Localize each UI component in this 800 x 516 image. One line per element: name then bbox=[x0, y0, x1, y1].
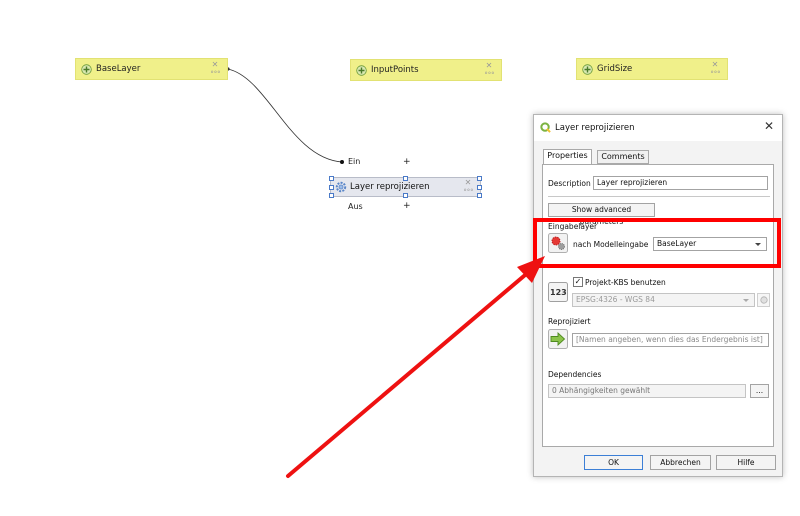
model-input-plus-icon bbox=[81, 64, 92, 75]
tab-comments[interactable]: Comments bbox=[597, 150, 649, 164]
selection-handle[interactable] bbox=[329, 193, 334, 198]
check-icon: ✓ bbox=[574, 277, 582, 286]
node-menu-icon[interactable]: ∘∘∘ bbox=[462, 187, 474, 194]
show-advanced-parameters-button[interactable]: Show advanced parameters bbox=[548, 203, 655, 226]
ok-button[interactable]: OK bbox=[584, 455, 643, 470]
node-tools: ✕ ∘∘∘ bbox=[462, 179, 474, 195]
output-placeholder: [Namen angeben, wenn dies das Endergebni… bbox=[576, 335, 763, 344]
layer-reproject-dialog: Layer reprojizieren ✕ Properties Comment… bbox=[533, 114, 783, 477]
selection-handle[interactable] bbox=[403, 193, 408, 198]
dialog-titlebar[interactable]: Layer reprojizieren ✕ bbox=[534, 115, 782, 141]
crs-value: EPSG:4326 - WGS 84 bbox=[576, 295, 655, 304]
chevron-down-icon bbox=[755, 243, 761, 246]
algorithm-node-reproject[interactable]: Layer reprojizieren ✕ ∘∘∘ bbox=[329, 176, 482, 198]
node-tools: ✕ ∘∘∘ bbox=[209, 61, 221, 77]
model-input-plus-icon bbox=[356, 65, 367, 76]
dialog-title: Layer reprojizieren bbox=[555, 123, 635, 133]
selection-handle[interactable] bbox=[329, 185, 334, 190]
input-port-add-icon[interactable]: + bbox=[403, 157, 411, 167]
output-port-label: Aus bbox=[348, 202, 363, 211]
chevron-down-icon bbox=[743, 299, 749, 302]
selection-handle[interactable] bbox=[477, 176, 482, 181]
input-layer-value: BaseLayer bbox=[657, 239, 697, 248]
crs-select-button bbox=[757, 293, 770, 307]
node-tools: ✕ ∘∘∘ bbox=[709, 61, 721, 77]
selection-handle[interactable] bbox=[403, 176, 408, 181]
crs-combobox: EPSG:4326 - WGS 84 bbox=[572, 293, 755, 307]
dependencies-label: Dependencies bbox=[548, 370, 602, 379]
project-crs-checkbox[interactable]: ✓ bbox=[573, 277, 583, 287]
help-button[interactable]: Hilfe bbox=[716, 455, 776, 470]
algorithm-gear-icon bbox=[335, 181, 347, 193]
input-port-label: Ein bbox=[348, 157, 361, 166]
node-label: Layer reprojizieren bbox=[350, 182, 430, 192]
globe-icon bbox=[759, 296, 768, 304]
output-port-add-icon[interactable]: + bbox=[403, 201, 411, 211]
selection-handle[interactable] bbox=[477, 193, 482, 198]
node-menu-icon[interactable]: ∘∘∘ bbox=[483, 70, 495, 77]
tab-properties[interactable]: Properties bbox=[543, 149, 592, 165]
grid-size-node[interactable]: GridSize ✕ ∘∘∘ bbox=[576, 58, 728, 80]
input-layer-combobox[interactable]: BaseLayer bbox=[653, 237, 767, 251]
selection-handle[interactable] bbox=[477, 185, 482, 190]
separator bbox=[548, 196, 770, 197]
connection-end-dot bbox=[340, 160, 344, 164]
node-label: InputPoints bbox=[371, 65, 419, 75]
output-label: Reprojiziert bbox=[548, 317, 591, 326]
properties-panel: Description Layer reprojizieren Show adv… bbox=[542, 164, 774, 447]
annotation-arrow-shaft bbox=[286, 268, 533, 478]
input-source-label: nach Modelleingabe bbox=[573, 240, 649, 249]
node-menu-icon[interactable]: ∘∘∘ bbox=[709, 69, 721, 76]
dependencies-field: 0 Abhängigkeiten gewählt bbox=[548, 384, 746, 398]
model-input-source-icon[interactable] bbox=[548, 233, 568, 253]
model-input-plus-icon bbox=[582, 64, 593, 75]
qgis-logo-icon bbox=[540, 122, 551, 133]
cancel-button[interactable]: Abbrechen bbox=[650, 455, 711, 470]
close-icon[interactable]: ✕ bbox=[764, 119, 774, 133]
node-label: GridSize bbox=[597, 64, 633, 74]
selection-handle[interactable] bbox=[329, 176, 334, 181]
node-tools: ✕ ∘∘∘ bbox=[483, 62, 495, 78]
number-icon-text: 123 bbox=[550, 288, 567, 297]
output-name-input[interactable]: [Namen angeben, wenn dies das Endergebni… bbox=[572, 333, 769, 347]
description-label: Description bbox=[548, 179, 591, 188]
description-input[interactable]: Layer reprojizieren bbox=[593, 176, 768, 190]
base-layer-node[interactable]: BaseLayer ✕ ∘∘∘ bbox=[75, 58, 228, 80]
node-menu-icon[interactable]: ∘∘∘ bbox=[209, 69, 221, 76]
project-crs-label: Projekt-KBS benutzen bbox=[585, 278, 666, 287]
input-layer-label: Eingabelayer bbox=[548, 222, 598, 231]
model-output-arrow-icon[interactable] bbox=[548, 329, 568, 349]
input-points-node[interactable]: InputPoints ✕ ∘∘∘ bbox=[350, 59, 502, 81]
dependencies-browse-button[interactable]: ... bbox=[750, 384, 769, 398]
node-label: BaseLayer bbox=[96, 64, 141, 74]
connection-baselayer-to-ein bbox=[227, 68, 343, 163]
